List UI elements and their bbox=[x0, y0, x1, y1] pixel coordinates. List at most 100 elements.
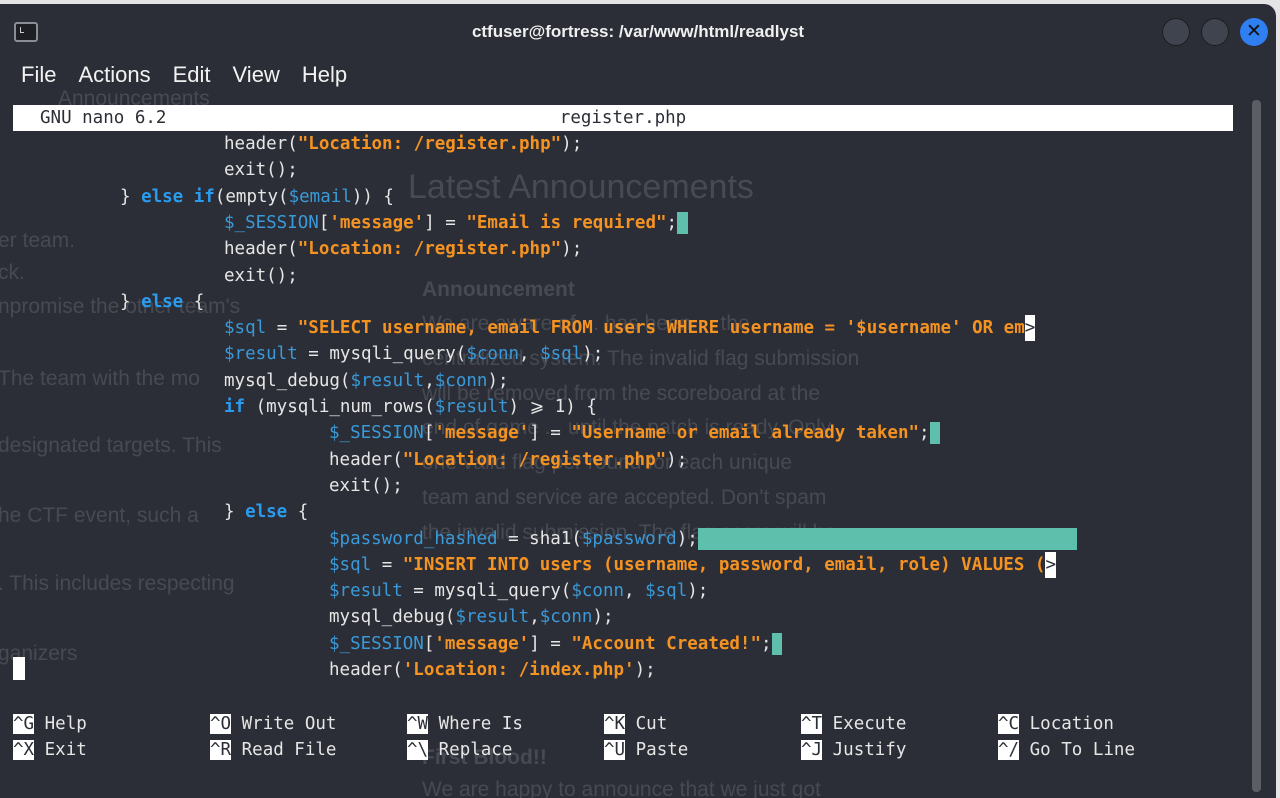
code-token: ); bbox=[676, 528, 698, 549]
shortcut-write-out[interactable]: ^O Write Out bbox=[210, 711, 336, 737]
shortcut-go-to-line[interactable]: ^/ Go To Line bbox=[998, 737, 1135, 763]
string-token: "Account Created!" bbox=[571, 633, 762, 654]
code-token: , bbox=[529, 607, 540, 628]
bg-left-fragment: The team with the mo bbox=[0, 367, 200, 390]
shortcut-key: ^/ bbox=[998, 740, 1020, 760]
shortcut-label: Where Is bbox=[438, 714, 523, 734]
shortcut-key: ^W bbox=[407, 714, 429, 734]
shortcut-justify[interactable]: ^J Justify bbox=[801, 737, 906, 763]
code-token: { bbox=[287, 502, 309, 523]
line-continues-marker: > bbox=[1045, 551, 1057, 579]
shortcut-label: Justify bbox=[832, 740, 907, 760]
keyword-token: else bbox=[245, 502, 288, 523]
code-token: = mysqli_query( bbox=[297, 344, 467, 365]
string-token: "Location: /register.php" bbox=[402, 449, 667, 470]
string-token: "Email is required" bbox=[466, 212, 667, 233]
shortcut-execute[interactable]: ^T Execute bbox=[801, 711, 906, 737]
code-token: [ bbox=[423, 633, 435, 654]
shortcut-key: ^G bbox=[13, 714, 35, 734]
close-button[interactable]: ✕ bbox=[1240, 18, 1268, 46]
menu-actions[interactable]: Actions bbox=[67, 62, 161, 88]
code-token: { bbox=[183, 291, 205, 312]
code-token: ; bbox=[761, 633, 772, 654]
code-token: (mysqli_num_rows( bbox=[245, 397, 435, 417]
variable-token: $password_hashed bbox=[329, 528, 498, 549]
trailing-whitespace-highlight bbox=[771, 632, 783, 655]
code-line: header("Location: /register.php"); bbox=[224, 131, 582, 157]
string-token: 'message' bbox=[329, 212, 425, 233]
shortcut-label: Replace bbox=[438, 740, 513, 760]
shortcut-label: Paste bbox=[635, 740, 689, 760]
code-line: } else { bbox=[224, 499, 308, 525]
nano-version: GNU nano 6.2 bbox=[40, 108, 167, 128]
code-line: $sql = "INSERT INTO users (username, pas… bbox=[329, 551, 1057, 579]
code-token: )) { bbox=[351, 186, 394, 207]
code-line: header("Location: /register.php"); bbox=[329, 447, 687, 473]
string-token: 'message' bbox=[434, 423, 530, 444]
string-token: "INSERT INTO users (username, password, … bbox=[402, 554, 1046, 575]
code-token: ); bbox=[561, 134, 583, 154]
shortcut-read-file[interactable]: ^R Read File bbox=[210, 737, 336, 763]
code-token: header( bbox=[224, 239, 298, 260]
close-icon: ✕ bbox=[1246, 20, 1262, 42]
variable-token: $_SESSION bbox=[329, 633, 424, 654]
code-token: header( bbox=[224, 134, 298, 154]
shortcut-label: Execute bbox=[832, 714, 907, 734]
line-continues-marker: > bbox=[1024, 315, 1036, 342]
shortcut-label: Write Out bbox=[241, 714, 337, 734]
menu-file[interactable]: File bbox=[10, 62, 67, 88]
bg-second-text: We are happy to announce that we just go… bbox=[422, 778, 821, 798]
string-token: "Location: /register.php" bbox=[297, 239, 562, 260]
code-token: ); bbox=[666, 449, 688, 470]
code-token: ); bbox=[592, 607, 614, 628]
shortcut-label: Go To Line bbox=[1029, 740, 1135, 760]
code-token: = bbox=[266, 318, 298, 339]
scrollbar[interactable] bbox=[1252, 100, 1261, 792]
shortcut-cut[interactable]: ^K Cut bbox=[604, 711, 667, 737]
bg-left-fragment: designated targets. This bbox=[0, 434, 222, 457]
shortcut-key: ^C bbox=[998, 714, 1020, 734]
shortcut-help[interactable]: ^G Help bbox=[13, 711, 87, 737]
bg-announcement-title: Announcement bbox=[422, 278, 575, 301]
bg-left-fragment: . This includes respecting bbox=[0, 572, 235, 595]
code-line: if (mysqli_num_rows($result) ⩾ 1) { bbox=[224, 394, 597, 420]
menu-edit[interactable]: Edit bbox=[162, 62, 222, 88]
menu-view[interactable]: View bbox=[222, 62, 291, 88]
code-line: $_SESSION['message'] = "Account Created!… bbox=[329, 631, 783, 657]
bg-left-fragment: er team. bbox=[0, 229, 76, 252]
shortcut-paste[interactable]: ^U Paste bbox=[604, 737, 688, 763]
shortcut-location[interactable]: ^C Location bbox=[998, 711, 1114, 737]
nano-filename: register.php bbox=[559, 108, 687, 128]
shortcut-where-is[interactable]: ^W Where Is bbox=[407, 711, 523, 737]
code-line: $sql = "SELECT username, email FROM user… bbox=[224, 315, 1036, 342]
variable-token: $sql bbox=[224, 318, 267, 339]
variable-token: $sql bbox=[645, 581, 688, 602]
code-line: header('Location: /index.php'); bbox=[329, 657, 656, 683]
shortcut-exit[interactable]: ^X Exit bbox=[13, 737, 87, 763]
bg-left-fragment: ganizers bbox=[0, 642, 78, 665]
minimize-button[interactable] bbox=[1162, 18, 1190, 46]
code-token: header( bbox=[329, 660, 403, 680]
shortcut-key: ^T bbox=[801, 714, 823, 734]
shortcut-replace[interactable]: ^\ Replace bbox=[407, 737, 512, 763]
bg-heading: Latest Announcements bbox=[408, 168, 754, 206]
code-token: = sha1( bbox=[497, 528, 582, 549]
nano-title-bar: register.php GNU nano 6.2 bbox=[13, 105, 1233, 131]
menu-help[interactable]: Help bbox=[291, 62, 358, 88]
title-bar: ctfuser@fortress: /var/www/html/readlyst… bbox=[0, 4, 1276, 58]
maximize-button[interactable] bbox=[1201, 18, 1229, 46]
keyword-token: else bbox=[141, 291, 184, 312]
shortcut-label: Exit bbox=[44, 740, 87, 760]
shortcut-key: ^J bbox=[801, 740, 823, 760]
code-token: , bbox=[519, 344, 541, 365]
variable-token: $email bbox=[288, 186, 352, 207]
